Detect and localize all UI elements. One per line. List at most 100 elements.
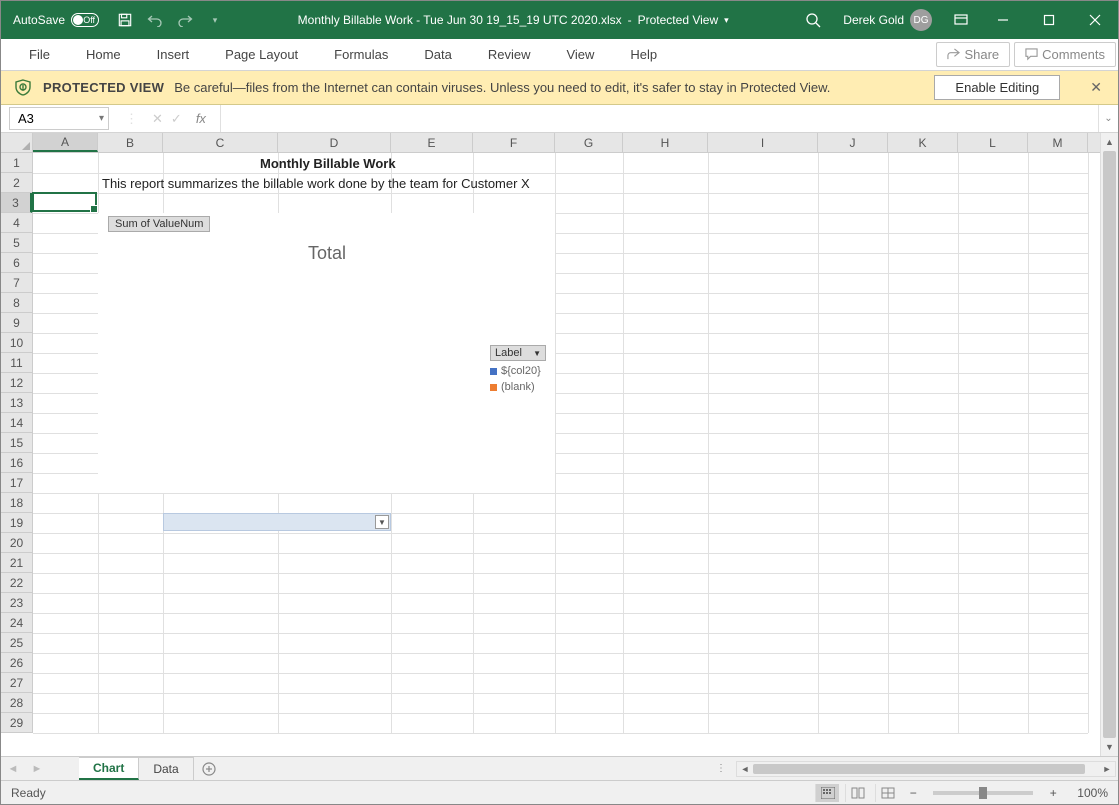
- row-header-10[interactable]: 10: [1, 333, 32, 353]
- zoom-level[interactable]: 100%: [1077, 786, 1108, 800]
- column-header-D[interactable]: D: [278, 133, 391, 152]
- column-header-K[interactable]: K: [888, 133, 958, 152]
- zoom-in-button[interactable]: +: [1045, 786, 1061, 800]
- row-header-7[interactable]: 7: [1, 273, 32, 293]
- row-header-19[interactable]: 19: [1, 513, 32, 533]
- row-header-20[interactable]: 20: [1, 533, 32, 553]
- column-header-B[interactable]: B: [98, 133, 163, 152]
- row-header-3[interactable]: 3: [1, 193, 32, 213]
- row-header-5[interactable]: 5: [1, 233, 32, 253]
- sheet-tab-chart[interactable]: Chart: [79, 757, 139, 780]
- v-scroll-thumb[interactable]: [1103, 151, 1116, 738]
- tab-home[interactable]: Home: [68, 39, 139, 70]
- formula-input[interactable]: [221, 105, 1098, 132]
- tab-formulas[interactable]: Formulas: [316, 39, 406, 70]
- column-header-A[interactable]: A: [33, 133, 98, 152]
- column-header-F[interactable]: F: [473, 133, 555, 152]
- tab-nav-next-icon[interactable]: ►: [25, 757, 49, 780]
- user-account[interactable]: Derek Gold DG: [833, 9, 942, 31]
- view-page-break-icon[interactable]: [875, 784, 899, 802]
- name-box[interactable]: A3 ▾: [9, 107, 109, 130]
- v-scroll-track[interactable]: [1101, 151, 1118, 738]
- add-sheet-button[interactable]: [194, 757, 224, 780]
- row-header-2[interactable]: 2: [1, 173, 32, 193]
- row-header-6[interactable]: 6: [1, 253, 32, 273]
- row-header-12[interactable]: 12: [1, 373, 32, 393]
- close-bar-icon[interactable]: ✕: [1086, 79, 1106, 96]
- scroll-down-icon[interactable]: ▼: [1101, 738, 1118, 756]
- fx-icon[interactable]: fx: [190, 111, 212, 126]
- tab-help[interactable]: Help: [612, 39, 675, 70]
- tab-nav-prev-icon[interactable]: ◄: [1, 757, 25, 780]
- vertical-scrollbar[interactable]: ▲ ▼: [1100, 133, 1118, 756]
- h-scroll-thumb[interactable]: [753, 764, 1085, 774]
- row-header-9[interactable]: 9: [1, 313, 32, 333]
- chart-field-label[interactable]: Sum of ValueNum: [108, 216, 210, 232]
- save-icon[interactable]: [111, 6, 139, 34]
- ribbon-display-options[interactable]: [942, 1, 980, 39]
- autosave-toggle[interactable]: Off: [71, 13, 99, 27]
- tab-data[interactable]: Data: [406, 39, 469, 70]
- comments-button[interactable]: Comments: [1014, 42, 1116, 67]
- tab-insert[interactable]: Insert: [139, 39, 208, 70]
- select-all-corner[interactable]: [1, 133, 33, 152]
- tab-review[interactable]: Review: [470, 39, 549, 70]
- redo-icon[interactable]: [171, 6, 199, 34]
- tab-view[interactable]: View: [548, 39, 612, 70]
- row-header-24[interactable]: 24: [1, 613, 32, 633]
- legend-header[interactable]: Label ▼: [490, 345, 546, 361]
- maximize-button[interactable]: [1026, 1, 1072, 39]
- close-button[interactable]: [1072, 1, 1118, 39]
- row-header-13[interactable]: 13: [1, 393, 32, 413]
- row-header-15[interactable]: 15: [1, 433, 32, 453]
- tab-split-handle[interactable]: ⋮: [708, 763, 736, 774]
- name-box-dropdown-icon[interactable]: ▾: [99, 113, 104, 124]
- zoom-slider[interactable]: [933, 791, 1033, 795]
- zoom-slider-knob[interactable]: [979, 787, 987, 799]
- tab-page-layout[interactable]: Page Layout: [207, 39, 316, 70]
- row-header-28[interactable]: 28: [1, 693, 32, 713]
- scroll-left-icon[interactable]: ◄: [737, 762, 753, 776]
- enable-editing-button[interactable]: Enable Editing: [934, 75, 1060, 100]
- row-header-21[interactable]: 21: [1, 553, 32, 573]
- mode-dropdown-icon[interactable]: ▾: [724, 15, 729, 26]
- row-header-29[interactable]: 29: [1, 713, 32, 733]
- zoom-out-button[interactable]: −: [905, 786, 921, 800]
- column-header-E[interactable]: E: [391, 133, 473, 152]
- row-header-11[interactable]: 11: [1, 353, 32, 373]
- view-page-layout-icon[interactable]: [845, 784, 869, 802]
- column-header-H[interactable]: H: [623, 133, 708, 152]
- row-header-4[interactable]: 4: [1, 213, 32, 233]
- horizontal-scrollbar[interactable]: ◄ ►: [736, 761, 1116, 777]
- row-header-22[interactable]: 22: [1, 573, 32, 593]
- row-header-8[interactable]: 8: [1, 293, 32, 313]
- tab-file[interactable]: File: [11, 39, 68, 70]
- row-header-27[interactable]: 27: [1, 673, 32, 693]
- cell-grid[interactable]: Monthly Billable Work This report summar…: [33, 153, 1100, 733]
- chart-object[interactable]: Sum of ValueNum Total Label ▼ ${col20}: [98, 213, 555, 493]
- scroll-right-icon[interactable]: ►: [1099, 762, 1115, 776]
- row-header-23[interactable]: 23: [1, 593, 32, 613]
- row-header-18[interactable]: 18: [1, 493, 32, 513]
- formula-expand-icon[interactable]: ⌄: [1098, 105, 1118, 132]
- row-header-16[interactable]: 16: [1, 453, 32, 473]
- row-header-14[interactable]: 14: [1, 413, 32, 433]
- legend-dropdown-icon[interactable]: ▼: [533, 349, 541, 358]
- qat-customize-icon[interactable]: ▾: [201, 6, 229, 34]
- view-normal-icon[interactable]: [815, 784, 839, 802]
- row-header-25[interactable]: 25: [1, 633, 32, 653]
- column-header-I[interactable]: I: [708, 133, 818, 152]
- column-header-J[interactable]: J: [818, 133, 888, 152]
- column-header-M[interactable]: M: [1028, 133, 1088, 152]
- row-header-26[interactable]: 26: [1, 653, 32, 673]
- column-header-G[interactable]: G: [555, 133, 623, 152]
- h-scroll-track[interactable]: [753, 762, 1099, 776]
- column-header-C[interactable]: C: [163, 133, 278, 152]
- minimize-button[interactable]: [980, 1, 1026, 39]
- row-header-17[interactable]: 17: [1, 473, 32, 493]
- share-button[interactable]: Share: [936, 42, 1010, 67]
- search-button[interactable]: [793, 1, 833, 39]
- scroll-up-icon[interactable]: ▲: [1101, 133, 1118, 151]
- sheet-tab-data[interactable]: Data: [139, 757, 193, 780]
- undo-icon[interactable]: [141, 6, 169, 34]
